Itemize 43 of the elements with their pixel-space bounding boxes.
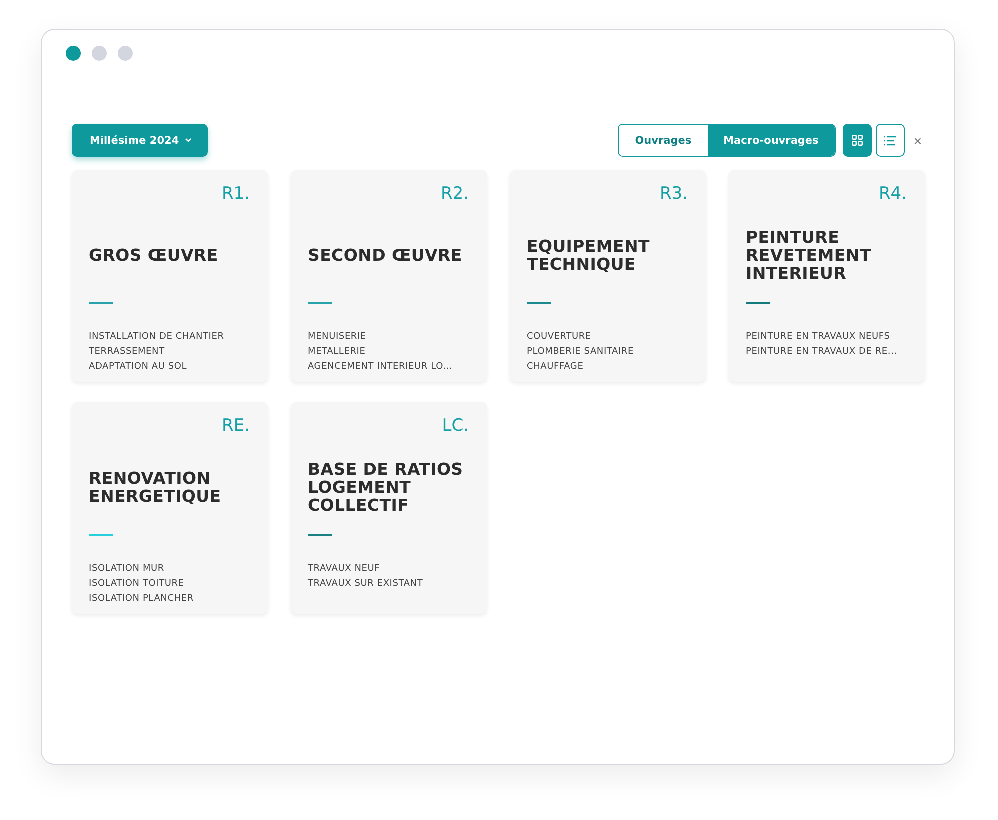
card-subitem: ISOLATION MUR (89, 563, 166, 576)
card-title: PEINTURE REVETEMENT INTERIEUR (746, 229, 872, 283)
card-code: LC. (442, 416, 469, 438)
card-title: RENOVATION ENERGETIQUE (89, 470, 222, 506)
card-subitem: PEINTURE EN TRAVAUX DE RE... (746, 346, 898, 359)
category-card[interactable]: R4. PEINTURE REVETEMENT INTERIEUR PEINTURE EN TRAVAUX NEUFS PEINTURE EN TRAVAUX DE RE... (729, 170, 925, 382)
card-title: BASE DE RATIOS LOGEMENT COLLECTIF (308, 461, 464, 515)
list-icon (884, 136, 896, 146)
card-title: EQUIPEMENT TECHNIQUE (527, 238, 651, 274)
card-subitem: PLOMBERIE SANITAIRE (527, 346, 635, 359)
category-card[interactable]: R3. EQUIPEMENT TECHNIQUE COUVERTURE PLOMBERIE SANITAIRE CHAUFFAGE (510, 170, 706, 382)
card-subitem: AGENCEMENT INTERIEUR LO... (308, 361, 454, 374)
card-subitem: INSTALLATION DE CHANTIER (89, 331, 226, 344)
grid-icon (852, 135, 863, 146)
card-subitem: TRAVAUX SUR EXISTANT (308, 578, 424, 591)
card-subitem: TRAVAUX NEUF (308, 563, 382, 576)
category-card[interactable]: LC. BASE DE RATIOS LOGEMENT COLLECTIF TRAVAUX NEUF TRAVAUX SUR EXISTANT (291, 402, 487, 614)
list-view-button[interactable] (876, 124, 905, 157)
card-title: GROS ŒUVRE (89, 247, 218, 265)
card-code: R2. (440, 184, 469, 206)
card-subitem: COUVERTURE (527, 331, 592, 344)
card-code: R4. (878, 184, 907, 206)
category-card[interactable]: R1. GROS ŒUVRE INSTALLATION DE CHANTIER TERRASSEMENT ADAPTATION AU SOL (72, 170, 268, 382)
card-subitem: ISOLATION TOITURE (89, 578, 186, 591)
card-subitem: PEINTURE EN TRAVAUX NEUFS (746, 331, 892, 344)
card-subitem: TERRASSEMENT (89, 346, 166, 359)
window-dot[interactable] (66, 46, 81, 61)
card-subitem: MENUISERIE (308, 331, 368, 344)
card-code: R3. (660, 184, 688, 206)
card-subitem: CHAUFFAGE (527, 361, 585, 374)
caret-icon (185, 138, 192, 143)
card-subitem: ISOLATION PLANCHER (89, 593, 195, 606)
window-dot[interactable] (92, 46, 107, 61)
card-code: RE. (222, 416, 250, 438)
grid-view-button[interactable] (842, 124, 872, 157)
card-code: R1. (222, 184, 250, 206)
category-card[interactable]: R2. SECOND ŒUVRE MENUISERIE METALLERIE AGENCEMENT INTERIEUR LO... (291, 170, 487, 382)
card-title: SECOND ŒUVRE (308, 247, 462, 265)
card-subitem: METALLERIE (308, 346, 367, 359)
card-subitem: ADAPTATION AU SOL (89, 361, 188, 374)
close-button[interactable]: × (912, 132, 924, 148)
window-dot[interactable] (118, 46, 133, 61)
category-card[interactable]: RE. RENOVATION ENERGETIQUE ISOLATION MUR ISOLATION TOITURE ISOLATION PLANCHER (72, 402, 268, 614)
